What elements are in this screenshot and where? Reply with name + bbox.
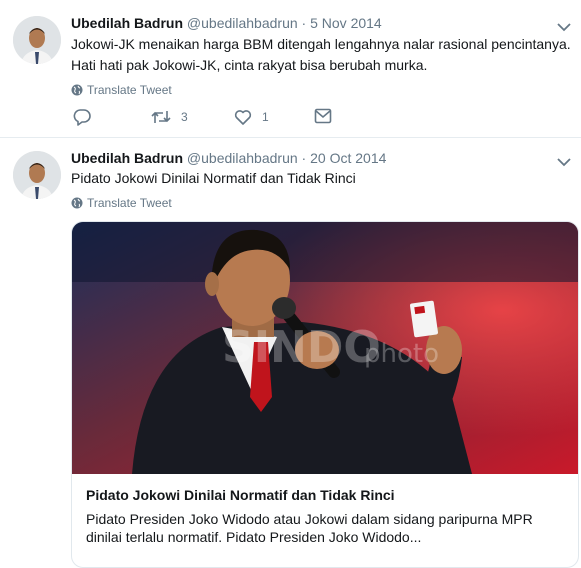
timestamp[interactable]: 5 Nov 2014 [310,15,382,31]
author-name[interactable]: Ubedilah Badrun [71,150,183,166]
reply-button[interactable] [73,108,91,126]
translate-tweet[interactable]: Translate Tweet [71,82,172,98]
like-button[interactable]: 1 [234,108,269,126]
chevron-down-icon[interactable] [557,19,571,32]
tweet-text: Jokowi-JK menaikan harga BBM ditengah le… [71,34,571,76]
globe-icon [71,84,83,96]
card-description-line: Pidato Presiden Joko Widodo atau Jokowi … [86,511,533,527]
tweet-header: Ubedilah Badrun @ubedilahbadrun · 20 Oct… [71,149,386,167]
globe-icon [71,197,83,209]
translate-label: Translate Tweet [87,196,172,210]
author-handle[interactable]: @ubedilahbadrun [187,150,298,166]
card-title[interactable]: Pidato Jokowi Dinilai Normatif dan Tidak… [86,486,395,504]
card-description-line: dinilai terlalu normatif. Pidato Preside… [86,529,422,545]
like-count: 1 [262,110,269,124]
svg-text:photo: photo [364,339,439,369]
tweet-text-line: Jokowi-JK menaikan harga BBM ditengah le… [71,36,571,52]
retweet-count: 3 [181,110,188,124]
tweet[interactable]: Ubedilah Badrun @ubedilahbadrun · 20 Oct… [0,138,581,568]
dm-button[interactable] [314,108,332,124]
translate-tweet[interactable]: Translate Tweet [71,195,172,211]
retweet-icon [151,111,171,123]
tweet-text-line: Hati hati pak Jokowi-JK, cinta rakyat bi… [71,57,428,73]
timestamp[interactable]: 20 Oct 2014 [310,150,386,166]
avatar[interactable] [13,151,61,199]
separator: · [297,150,311,166]
tweet-header: Ubedilah Badrun @ubedilahbadrun · 5 Nov … [71,14,382,32]
tweet-actions: 3 1 [71,108,371,132]
author-name[interactable]: Ubedilah Badrun [71,15,183,31]
link-card[interactable]: SINDO photo Pidato Jokowi Dinilai Normat… [71,221,579,568]
heart-icon [234,110,252,125]
author-handle[interactable]: @ubedilahbadrun [187,15,298,31]
reply-icon [73,109,91,126]
svg-text:SINDO: SINDO [222,322,381,373]
separator: · [297,15,311,31]
card-description: Pidato Presiden Joko Widodo atau Jokowi … [86,510,566,546]
chevron-down-icon[interactable] [557,154,571,167]
tweet-text-line: Pidato Jokowi Dinilai Normatif dan Tidak… [71,170,356,186]
retweet-button[interactable]: 3 [151,108,188,126]
card-image[interactable]: SINDO photo [72,222,578,474]
avatar[interactable] [13,16,61,64]
tweet-text: Pidato Jokowi Dinilai Normatif dan Tidak… [71,168,571,189]
mail-icon [314,108,332,124]
translate-label: Translate Tweet [87,83,172,97]
tweet[interactable]: Ubedilah Badrun @ubedilahbadrun · 5 Nov … [0,0,581,138]
